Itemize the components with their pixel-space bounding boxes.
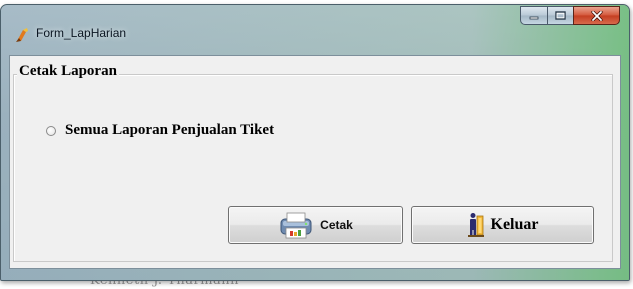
radio-option-all-reports[interactable]: Semua Laporan Penjualan Tiket	[46, 122, 274, 139]
window-bottom-border	[1, 268, 629, 280]
form-client-area: Cetak Laporan Semua Laporan Penjualan Ti…	[9, 55, 621, 269]
close-button[interactable]	[573, 6, 620, 25]
close-icon	[590, 10, 603, 21]
title-bar[interactable]: Form_LapHarian	[1, 5, 629, 53]
app-logo-icon	[16, 28, 28, 42]
exit-door-icon	[467, 213, 484, 237]
print-button[interactable]: Cetak	[228, 206, 403, 244]
radio-button[interactable]	[46, 125, 56, 136]
radio-option-label[interactable]: Semua Laporan Penjualan Tiket	[65, 122, 274, 139]
printer-icon	[280, 212, 312, 239]
report-groupbox: Semua Laporan Penjualan Tiket Cetak Kelu…	[13, 74, 613, 262]
exit-button[interactable]: Keluar	[411, 206, 594, 244]
minimize-icon	[529, 16, 539, 19]
exit-button-label: Keluar	[490, 216, 539, 233]
minimize-button[interactable]	[520, 6, 547, 25]
maximize-button[interactable]	[547, 6, 573, 25]
window-title: Form_LapHarian	[36, 26, 127, 40]
background-window-text: Kenneth J. Tharmann	[90, 280, 240, 288]
form-window: Form_LapHarian Cetak Laporan Semua Lapor…	[0, 4, 630, 281]
group-title: Cetak Laporan	[17, 63, 119, 80]
window-controls	[520, 6, 620, 25]
print-button-label: Cetak	[320, 218, 353, 232]
maximize-icon	[555, 11, 566, 20]
